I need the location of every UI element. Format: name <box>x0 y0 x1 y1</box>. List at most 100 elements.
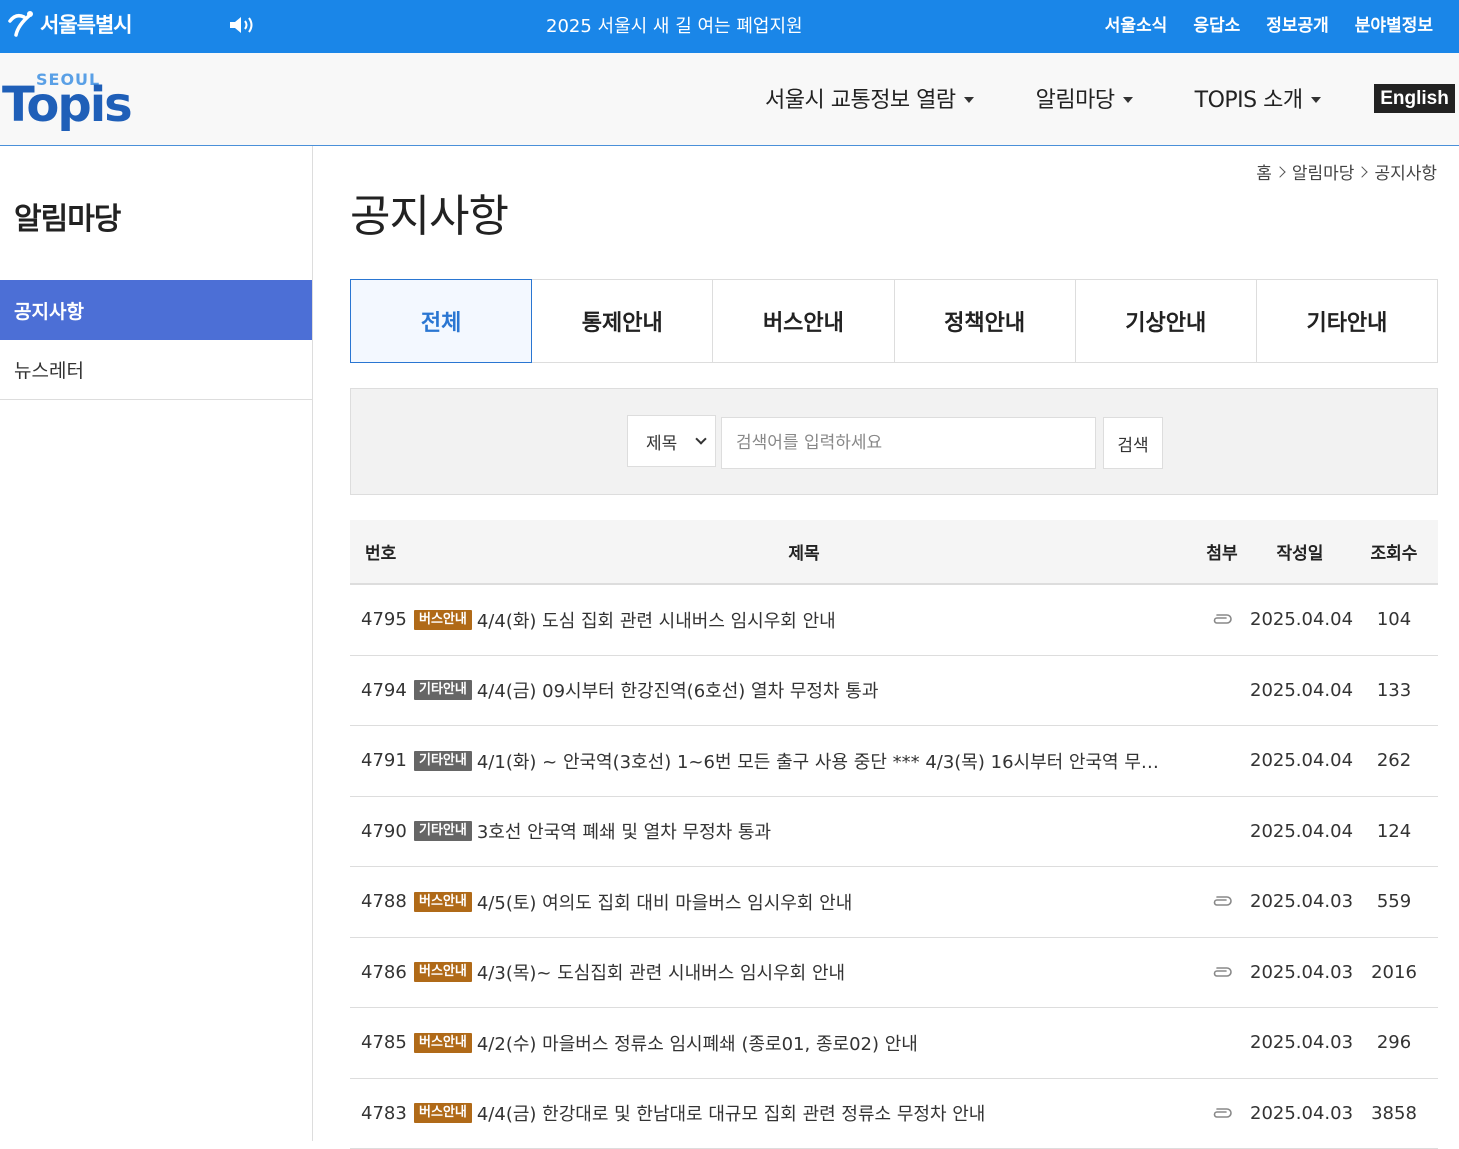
row-num: 4790 <box>350 821 414 842</box>
row-views: 133 <box>1350 680 1438 701</box>
notice-table: 번호 제목 첨부 작성일 조회수 4795버스안내4/4(화) 도심 집회 관련… <box>350 520 1438 1149</box>
topis-logo[interactable]: SEOUL Topis <box>2 65 152 135</box>
site-header: SEOUL Topis 서울시 교통정보 열람 알림마당 TOPIS 소개 En… <box>0 53 1459 146</box>
nav-topis-about[interactable]: TOPIS 소개 <box>1195 82 1321 114</box>
table-row[interactable]: 4786버스안내4/3(목)~ 도심집회 관련 시내버스 임시우회 안내2025… <box>350 938 1438 1009</box>
speaker-icon[interactable] <box>228 15 256 35</box>
paperclip-icon[interactable] <box>1211 962 1233 983</box>
top-bar: 서울특별시 2025 서울시 새 길 여는 폐업지원 서울소식 응답소 정보공개… <box>0 0 1459 53</box>
table-row[interactable]: 4783버스안내4/4(금) 한강대로 및 한남대로 대규모 집회 관련 정류소… <box>350 1079 1438 1149</box>
paperclip-icon[interactable] <box>1211 609 1233 630</box>
english-button[interactable]: English <box>1374 84 1455 113</box>
category-badge: 기타안내 <box>414 680 472 700</box>
row-date: 2025.04.03 <box>1250 1032 1350 1053</box>
row-title-link[interactable]: 4/5(토) 여의도 집회 대비 마을버스 임시우회 안내 <box>477 889 852 915</box>
search-input[interactable] <box>721 417 1096 469</box>
seoul-logo-icon <box>6 9 36 39</box>
page-title: 공지사항 <box>350 180 508 244</box>
tab-etc[interactable]: 기타안내 <box>1257 280 1437 362</box>
sidebar-item-newsletter[interactable]: 뉴스레터 <box>0 340 312 400</box>
row-num: 4794 <box>350 680 414 701</box>
row-num: 4795 <box>350 609 414 630</box>
row-attach <box>1194 891 1250 912</box>
seoul-logo[interactable]: 서울특별시 <box>6 6 132 42</box>
tab-bus[interactable]: 버스안내 <box>713 280 894 362</box>
table-row[interactable]: 4794기타안내4/4(금) 09시부터 한강진역(6호선) 열차 무정차 통과… <box>350 656 1438 727</box>
breadcrumb-notice-board[interactable]: 알림마당 <box>1292 159 1355 184</box>
row-views: 559 <box>1350 891 1438 912</box>
sidebar-item-notice[interactable]: 공지사항 <box>0 280 312 340</box>
top-link-field-info[interactable]: 분야별정보 <box>1355 11 1433 36</box>
sidebar-menu: 공지사항 뉴스레터 <box>0 280 312 400</box>
row-attach <box>1194 962 1250 983</box>
search-field-select[interactable]: 제목 <box>627 415 716 467</box>
row-date: 2025.04.04 <box>1250 680 1350 701</box>
row-title-link[interactable]: 4/1(화) ~ 안국역(3호선) 1~6번 모든 출구 사용 중단 *** 4… <box>477 748 1167 774</box>
nav-notice-board[interactable]: 알림마당 <box>1036 82 1133 114</box>
caret-down-icon <box>964 97 974 103</box>
table-row[interactable]: 4795버스안내4/4(화) 도심 집회 관련 시내버스 임시우회 안내2025… <box>350 585 1438 656</box>
top-banner-link[interactable]: 2025 서울시 새 길 여는 폐업지원 <box>546 12 803 38</box>
caret-down-icon <box>1311 97 1321 103</box>
table-row[interactable]: 4788버스안내4/5(토) 여의도 집회 대비 마을버스 임시우회 안내 202… <box>350 867 1438 938</box>
header-num: 번호 <box>350 539 414 564</box>
row-date: 2025.04.03 <box>1250 891 1350 912</box>
caret-down-icon <box>1123 97 1133 103</box>
row-title-cell: 버스안내4/4(화) 도심 집회 관련 시내버스 임시우회 안내 <box>414 607 1194 633</box>
row-title-link[interactable]: 3호선 안국역 폐쇄 및 열차 무정차 통과 <box>477 818 771 844</box>
top-link-info-disclosure[interactable]: 정보공개 <box>1266 11 1329 36</box>
row-title-cell: 기타안내3호선 안국역 폐쇄 및 열차 무정차 통과 <box>414 818 1194 844</box>
main-nav: 서울시 교통정보 열람 알림마당 TOPIS 소개 <box>765 82 1383 114</box>
paperclip-icon[interactable] <box>1211 891 1233 912</box>
breadcrumb-home[interactable]: 홈 <box>1256 159 1272 184</box>
table-row[interactable]: 4790기타안내3호선 안국역 폐쇄 및 열차 무정차 통과2025.04.04… <box>350 797 1438 868</box>
row-title-link[interactable]: 4/2(수) 마을버스 정류소 임시폐쇄 (종로01, 종로02) 안내 <box>477 1030 918 1056</box>
row-title-cell: 버스안내4/3(목)~ 도심집회 관련 시내버스 임시우회 안내 <box>414 959 1194 985</box>
nav-traffic-info[interactable]: 서울시 교통정보 열람 <box>765 82 974 114</box>
table-header: 번호 제목 첨부 작성일 조회수 <box>350 520 1438 585</box>
row-attach <box>1194 1103 1250 1124</box>
tab-traffic-control[interactable]: 통제안내 <box>532 280 713 362</box>
chevron-right-icon <box>1274 166 1285 177</box>
chevron-right-icon <box>1357 166 1368 177</box>
sidebar-title: 알림마당 <box>14 194 120 238</box>
table-row[interactable]: 4785버스안내4/2(수) 마을버스 정류소 임시폐쇄 (종로01, 종로02… <box>350 1008 1438 1079</box>
row-num: 4791 <box>350 750 414 771</box>
row-num: 4785 <box>350 1032 414 1053</box>
category-badge: 버스안내 <box>414 610 472 630</box>
table-row[interactable]: 4791기타안내4/1(화) ~ 안국역(3호선) 1~6번 모든 출구 사용 … <box>350 726 1438 797</box>
row-title-cell: 기타안내4/4(금) 09시부터 한강진역(6호선) 열차 무정차 통과 <box>414 677 1194 703</box>
svg-text:Topis: Topis <box>2 77 131 133</box>
row-views: 104 <box>1350 609 1438 630</box>
row-views: 3858 <box>1350 1103 1438 1124</box>
top-link-seoul-news[interactable]: 서울소식 <box>1105 11 1168 36</box>
tab-weather[interactable]: 기상안내 <box>1076 280 1257 362</box>
row-views: 124 <box>1350 821 1438 842</box>
header-date: 작성일 <box>1250 539 1350 564</box>
row-views: 262 <box>1350 750 1438 771</box>
paperclip-icon[interactable] <box>1211 1103 1233 1124</box>
header-title: 제목 <box>414 539 1194 564</box>
row-title-link[interactable]: 4/4(화) 도심 집회 관련 시내버스 임시우회 안내 <box>477 607 836 633</box>
row-title-link[interactable]: 4/4(금) 09시부터 한강진역(6호선) 열차 무정차 통과 <box>477 677 879 703</box>
top-link-eungdapso[interactable]: 응답소 <box>1193 11 1240 36</box>
search-button[interactable]: 검색 <box>1103 417 1163 469</box>
row-num: 4783 <box>350 1103 414 1124</box>
row-title-link[interactable]: 4/4(금) 한강대로 및 한남대로 대규모 집회 관련 정류소 무정차 안내 <box>477 1100 986 1126</box>
table-body: 4795버스안내4/4(화) 도심 집회 관련 시내버스 임시우회 안내2025… <box>350 585 1438 1149</box>
row-date: 2025.04.03 <box>1250 962 1350 983</box>
row-attach <box>1194 609 1250 630</box>
row-date: 2025.04.04 <box>1250 750 1350 771</box>
nav-traffic-info-label: 서울시 교통정보 열람 <box>765 82 956 114</box>
search-panel: 제목 검색 <box>350 388 1438 495</box>
category-badge: 버스안내 <box>414 1033 472 1053</box>
row-title-link[interactable]: 4/3(목)~ 도심집회 관련 시내버스 임시우회 안내 <box>477 959 845 985</box>
row-title-cell: 버스안내4/5(토) 여의도 집회 대비 마을버스 임시우회 안내 <box>414 889 1194 915</box>
category-badge: 버스안내 <box>414 962 472 982</box>
tab-policy[interactable]: 정책안내 <box>895 280 1076 362</box>
nav-topis-about-label: TOPIS 소개 <box>1195 82 1303 114</box>
search-field-select-value: 제목 <box>646 429 677 454</box>
header-views: 조회수 <box>1350 539 1438 564</box>
tab-all[interactable]: 전체 <box>350 279 532 363</box>
row-num: 4788 <box>350 891 414 912</box>
